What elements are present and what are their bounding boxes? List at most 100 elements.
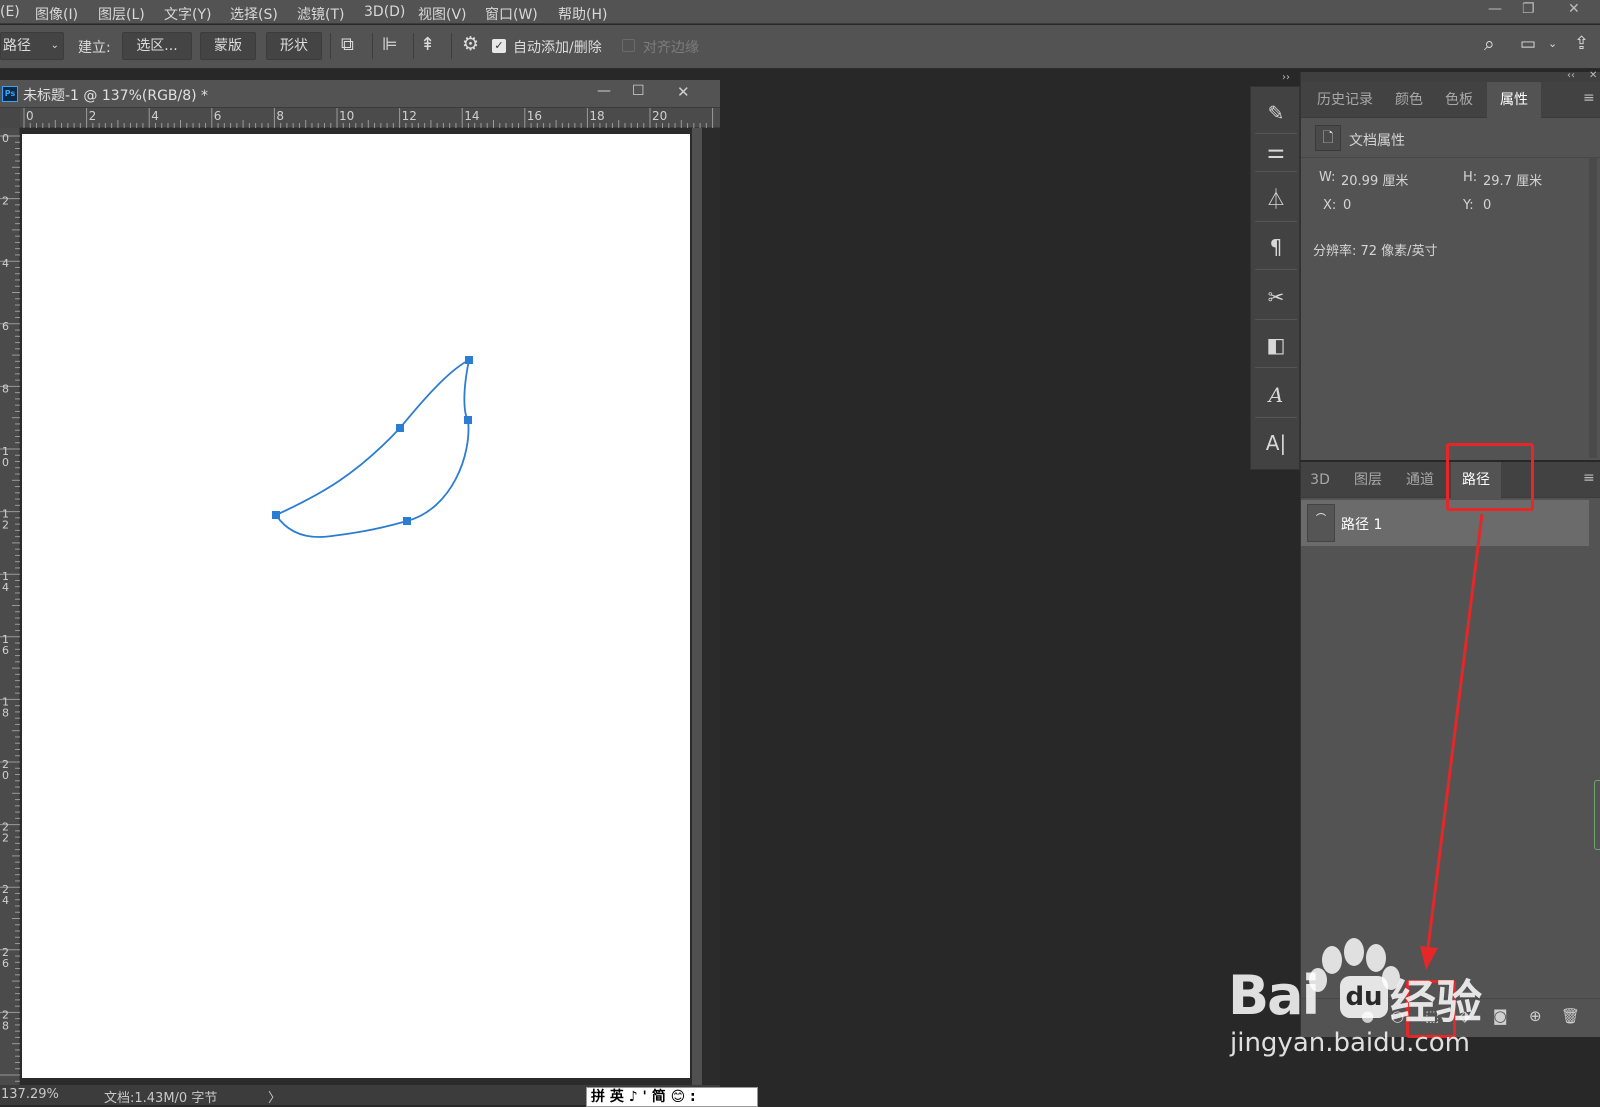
y-value[interactable]: 0 [1483,198,1491,213]
ruler-label: 8 [2,382,9,395]
document-window: Ps 未标题-1 @ 137%(RGB/8) * — ☐ ✕ 0 2 4 6 8 10 12… [0,80,720,1106]
menu-layer[interactable]: 图层(L) [98,4,145,24]
collapse-dock-icon[interactable]: ›› [1250,72,1300,84]
new-path-icon[interactable]: ⊕ [1529,1007,1542,1025]
ruler-ticks: 0 2 4 6 8 10 12 14 16 18 20 [23,108,714,128]
auto-add-delete-label: 自动添加/删除 [513,40,602,56]
anchor-point[interactable] [272,511,280,519]
divider [1255,319,1297,320]
document-title-bar[interactable]: Ps 未标题-1 @ 137%(RGB/8) * — ☐ ✕ [0,80,720,108]
menu-window[interactable]: 窗口(W) [485,4,538,24]
path-name[interactable]: 路径 1 [1341,514,1382,534]
path-alignment-icon[interactable]: ⊫ [382,34,398,55]
collapse-icon[interactable]: ‹‹ [1567,70,1575,81]
menu-select[interactable]: 选择(S) [230,4,278,24]
path-curve[interactable] [274,358,471,538]
menu-help[interactable]: 帮助(H) [558,4,607,24]
auto-add-delete-checkbox[interactable]: ✓ [492,39,506,53]
ruler-label: 6 [214,109,222,123]
zoom-level[interactable]: 137.29% [1,1087,59,1102]
menu-edit[interactable]: (E) [0,4,20,20]
close-icon[interactable]: ✕ [1568,1,1580,17]
divider [1255,171,1297,172]
glyphs-icon[interactable]: A [1264,383,1288,407]
paragraph-icon[interactable]: ¶ [1264,235,1288,259]
fill-path-icon[interactable]: ● [1361,1007,1374,1025]
tab-channels[interactable]: 通道 [1397,462,1443,498]
panel-menu-icon[interactable]: ≡ [1583,470,1595,486]
panel-menu-icon[interactable]: ≡ [1583,90,1595,106]
ruler-label: 0 [2,769,9,782]
x-value[interactable]: 0 [1343,198,1351,213]
resolution-text: 分辨率: 72 像素/英寸 [1313,244,1438,259]
divider [413,33,414,59]
ruler-label: 4 [2,257,9,270]
character-icon[interactable]: A| [1264,431,1288,455]
document-canvas[interactable] [22,134,690,1078]
brush-settings-icon[interactable]: ✎ [1264,101,1288,125]
h-label: H: [1463,170,1478,185]
panel-scrollbar[interactable] [1589,158,1597,458]
clone-source-icon[interactable]: ⏃ [1264,187,1288,211]
y-label: Y: [1463,198,1474,213]
align-edges-label: 对齐边缘 [643,40,699,56]
divider [1255,221,1297,222]
align-edges-checkbox[interactable] [622,39,635,52]
path-arrangement-icon[interactable]: ⇞ [420,34,435,55]
ruler-label: 6 [2,957,9,970]
tab-properties[interactable]: 属性 [1487,82,1541,118]
work-path[interactable] [22,134,690,1078]
make-work-path-icon[interactable]: ⬗ [1459,1007,1471,1025]
anchor-point[interactable] [396,424,404,432]
anchor-point[interactable] [403,517,411,525]
ruler-label: 2 [89,109,97,123]
selection-button[interactable]: 选区... [122,32,192,60]
menu-type[interactable]: 文字(Y) [164,4,211,24]
ruler-label: 0 [26,109,34,123]
tab-color[interactable]: 颜色 [1385,82,1433,118]
w-value[interactable]: 20.99 厘米 [1341,170,1408,189]
make-label: 建立: [78,40,111,56]
h-value[interactable]: 29.7 厘米 [1483,170,1542,189]
close-icon[interactable]: ✕ [677,83,690,101]
menu-filter[interactable]: 滤镜(T) [297,4,344,24]
section-title: 文档属性 [1349,133,1405,149]
menu-image[interactable]: 图像(I) [35,4,78,24]
tab-layers[interactable]: 图层 [1345,462,1391,498]
mode-select[interactable]: 路径 ⌄ [0,32,64,60]
ruler-label: 2 [2,832,9,845]
restore-icon[interactable]: ❐ [1522,1,1535,17]
menu-3d[interactable]: 3D(D) [364,4,405,20]
adjustments-icon[interactable]: ⚌ [1264,139,1288,163]
anchor-point[interactable] [465,356,473,364]
ime-toolbar[interactable]: 拼 英 ♪ ' 简 😊 : [586,1087,758,1107]
add-mask-icon[interactable]: ◙ [1493,1007,1508,1025]
ruler-label: 8 [2,706,9,719]
path-operations-icon[interactable]: ⧉ [341,34,354,55]
minimize-icon[interactable]: — [597,83,611,99]
side-handle[interactable] [1594,780,1600,850]
delete-path-icon[interactable]: 🗑 [1561,1007,1580,1025]
mask-button[interactable]: 蒙版 [200,32,256,60]
status-menu-arrow[interactable]: 〉 [268,1087,281,1106]
anchor-point[interactable] [464,416,472,424]
chevron-down-icon[interactable]: ⌄ [1548,37,1557,50]
ruler-label: 18 [589,109,604,123]
tab-swatches[interactable]: 色板 [1435,82,1483,118]
tool-presets-icon[interactable]: ✂ [1264,285,1288,309]
shape-button[interactable]: 形状 [266,32,322,60]
menu-view[interactable]: 视图(V) [418,4,467,24]
share-icon[interactable]: ⇪ [1574,33,1589,54]
minimize-icon[interactable]: — [1488,1,1502,17]
stroke-path-icon[interactable]: ○ [1391,1007,1404,1025]
gear-icon[interactable]: ⚙ [462,33,479,55]
info-panel-icon[interactable]: ◧ [1264,333,1288,357]
maximize-icon[interactable]: ☐ [632,83,645,99]
vertical-scrollbar[interactable] [692,128,702,1088]
canvas-area [20,128,720,1088]
close-icon[interactable]: ✕ [1589,70,1597,81]
tab-3d[interactable]: 3D [1305,462,1335,498]
search-icon[interactable]: ⌕ [1484,33,1495,55]
tab-history[interactable]: 历史记录 [1307,82,1383,118]
workspace-icon[interactable]: ▭ [1520,34,1536,54]
